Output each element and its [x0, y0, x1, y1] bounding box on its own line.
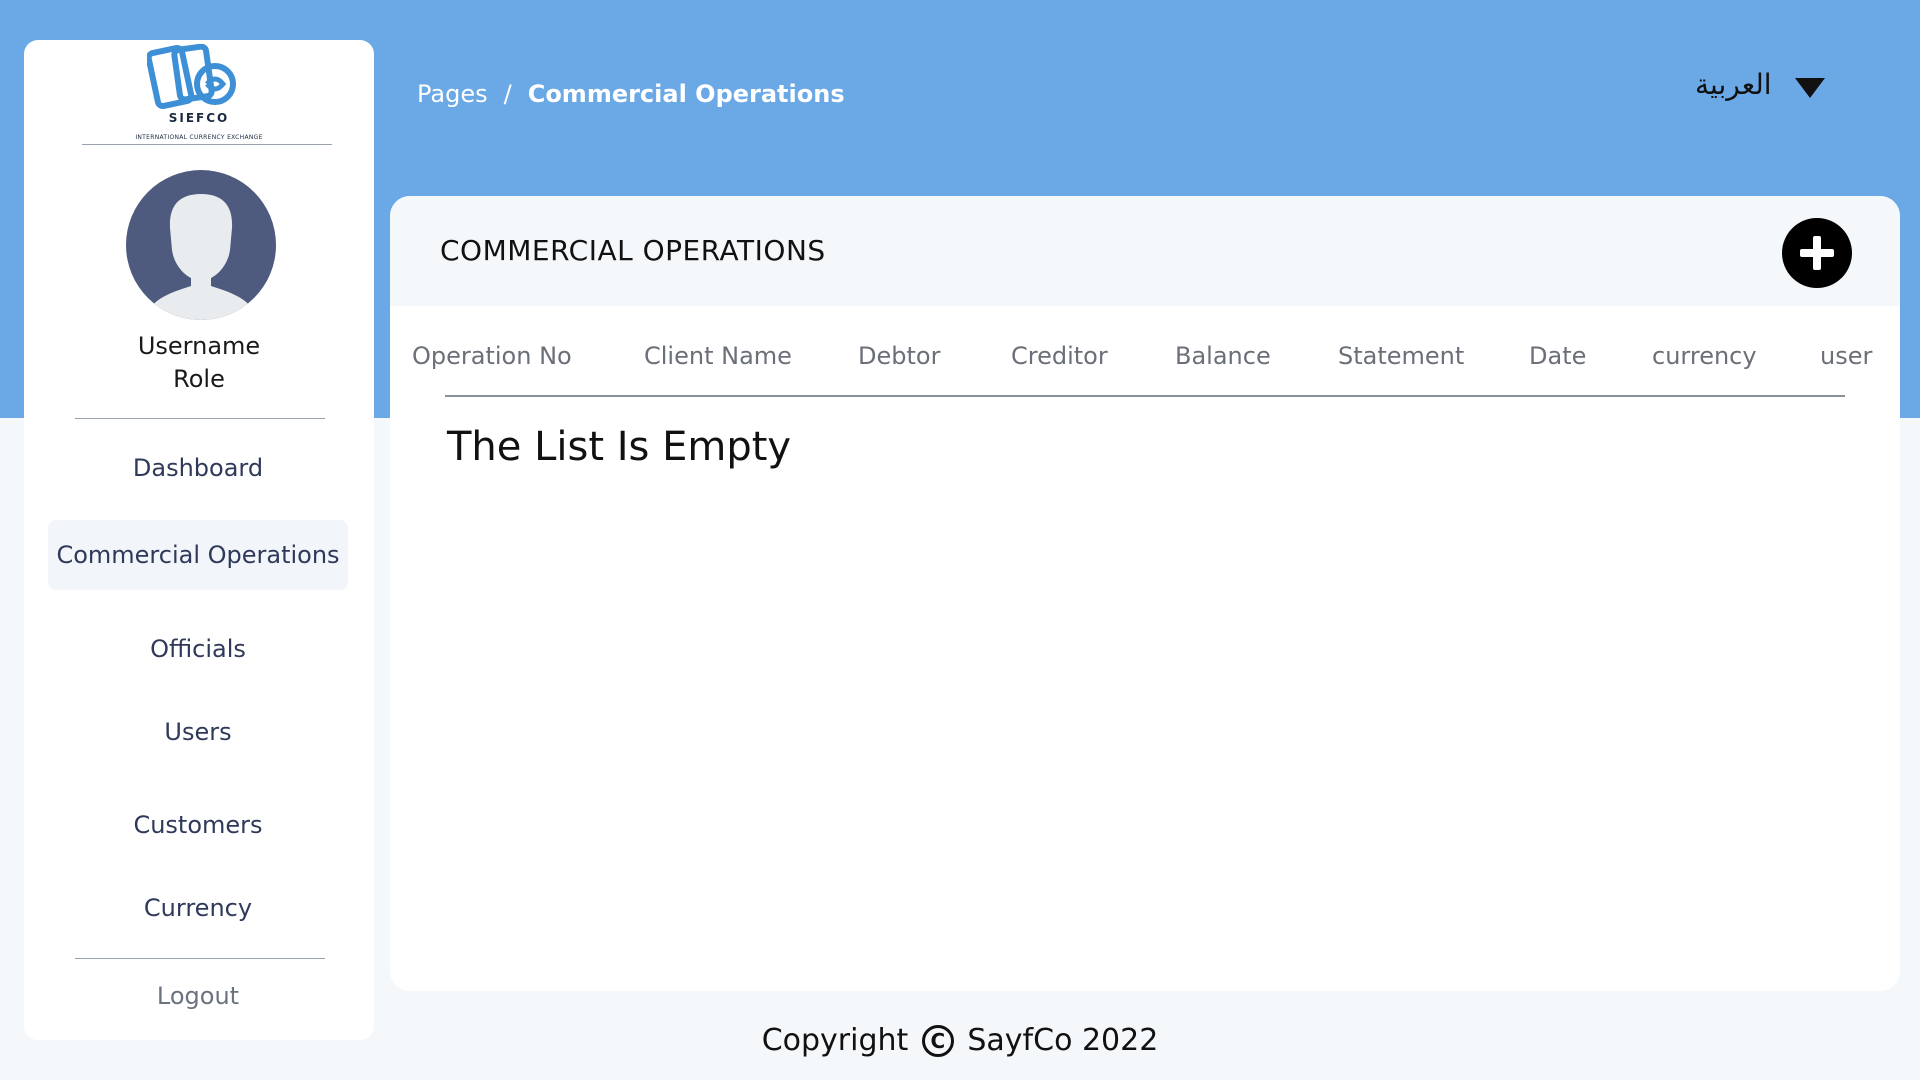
column-header-date: Date	[1529, 342, 1587, 370]
sidebar-divider	[75, 418, 325, 419]
footer-prefix: Copyright	[761, 1023, 909, 1058]
page-title: COMMERCIAL OPERATIONS	[440, 234, 826, 267]
user-silhouette-icon	[145, 194, 257, 320]
avatar	[126, 170, 276, 320]
operations-card: COMMERCIAL OPERATIONS Operation No Clien…	[390, 196, 1900, 991]
card-header: COMMERCIAL OPERATIONS	[390, 196, 1900, 306]
plus-icon-vertical	[1813, 236, 1821, 270]
column-header-operation-no: Operation No	[412, 342, 572, 370]
logo-cards-icon	[147, 44, 236, 110]
user-role: Role	[173, 365, 225, 393]
sidebar-item-customers[interactable]: Customers	[48, 790, 348, 860]
siefco-logo: SIEFCO INTERNATIONAL CURRENCY EXCHANGE	[24, 40, 374, 150]
footer: Copyright C SayfCo 2022	[0, 1023, 1920, 1058]
column-header-currency: currency	[1652, 342, 1757, 370]
column-header-user: user	[1820, 342, 1873, 370]
logout-button[interactable]: Logout	[48, 961, 348, 1031]
logo-wordmark: SIEFCO	[168, 111, 230, 125]
footer-suffix: SayfCo 2022	[967, 1023, 1159, 1058]
column-header-statement: Statement	[1338, 342, 1465, 370]
column-header-client-name: Client Name	[644, 342, 792, 370]
username: Username	[137, 332, 261, 360]
sidebar-item-users[interactable]: Users	[48, 697, 348, 767]
breadcrumb-separator: /	[503, 80, 512, 108]
column-header-balance: Balance	[1175, 342, 1271, 370]
copyright-icon: C	[921, 1025, 954, 1057]
sidebar-item-commercial-operations[interactable]: Commercial Operations	[48, 520, 348, 590]
sidebar-divider-bottom	[75, 958, 325, 959]
language-selector[interactable]: العربية	[1695, 68, 1772, 101]
breadcrumb-current: Commercial Operations	[527, 80, 845, 108]
empty-list-message: The List Is Empty	[447, 424, 792, 470]
breadcrumb-root[interactable]: Pages	[417, 80, 488, 108]
logo-divider	[82, 144, 332, 145]
column-header-creditor: Creditor	[1011, 342, 1108, 370]
sidebar-item-currency[interactable]: Currency	[48, 873, 348, 943]
breadcrumb: Pages / Commercial Operations	[417, 80, 845, 108]
sidebar: SIEFCO INTERNATIONAL CURRENCY EXCHANGE U…	[24, 40, 374, 1040]
logo-tagline: INTERNATIONAL CURRENCY EXCHANGE	[135, 134, 263, 141]
sidebar-item-dashboard[interactable]: Dashboard	[48, 433, 348, 503]
add-operation-button[interactable]	[1782, 218, 1852, 288]
sidebar-item-officials[interactable]: Officials	[48, 614, 348, 684]
column-header-debtor: Debtor	[858, 342, 941, 370]
caret-down-icon[interactable]	[1795, 78, 1825, 98]
table-header-divider	[445, 395, 1845, 397]
